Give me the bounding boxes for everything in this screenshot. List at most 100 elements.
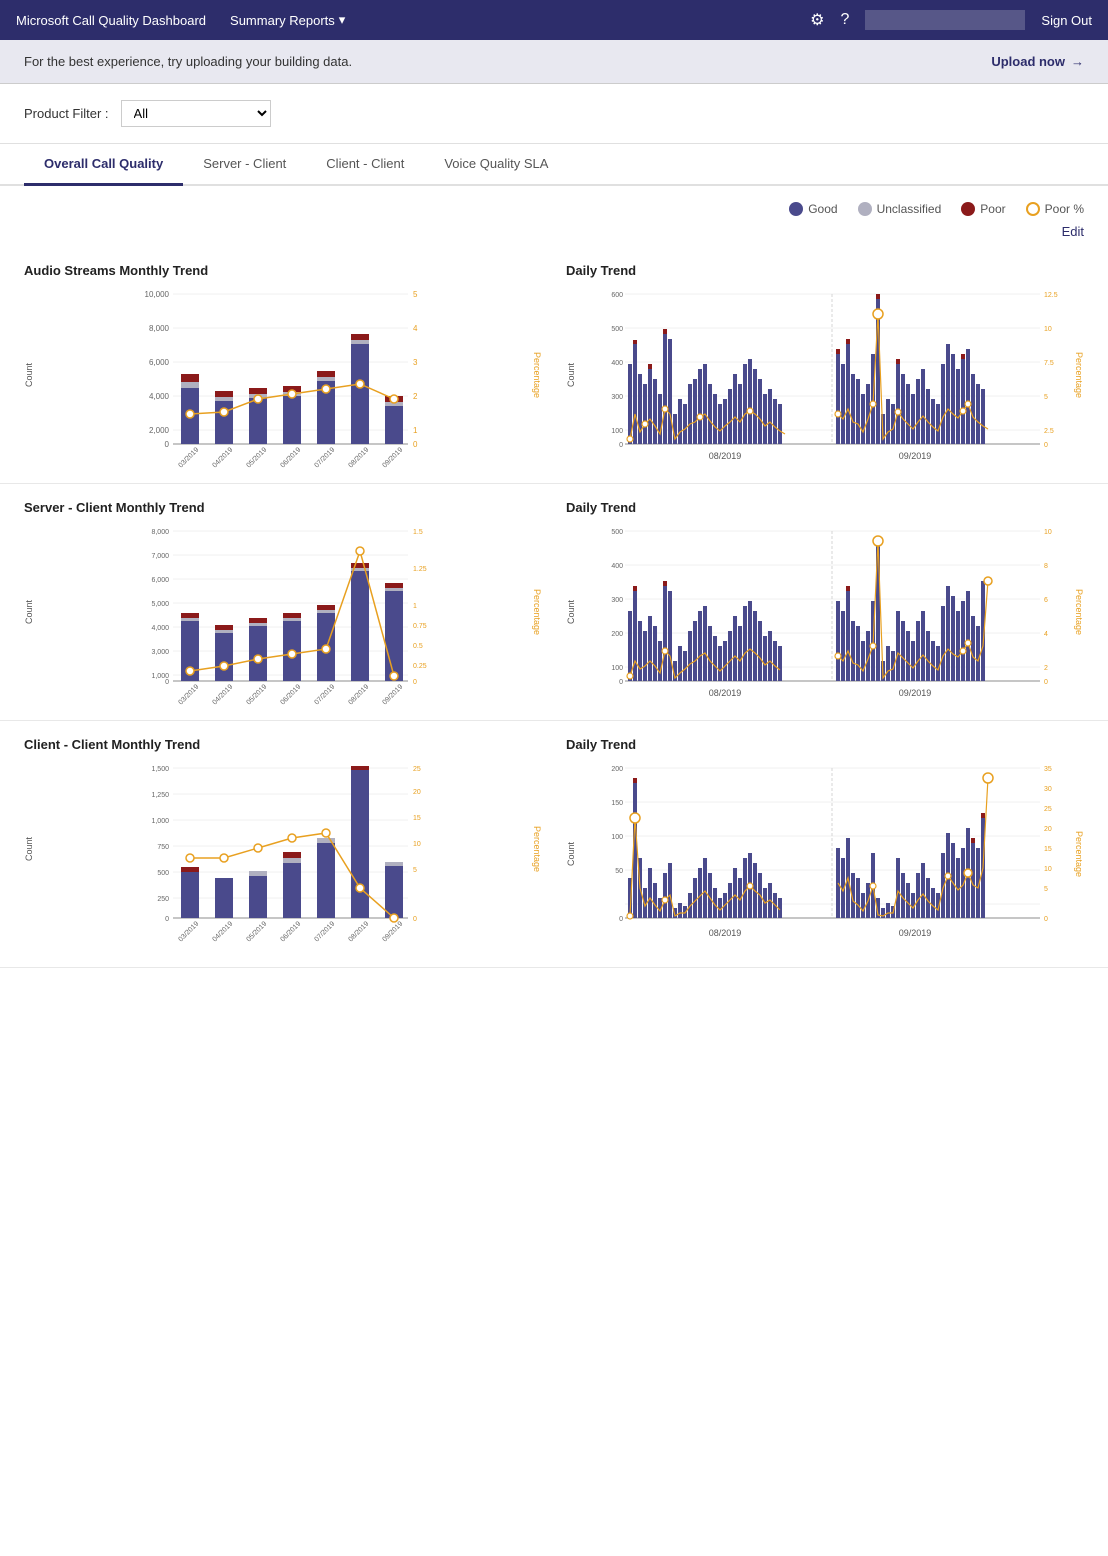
product-filter-select[interactable]: All Teams Skype for Business [121,100,271,127]
svg-text:08/2019: 08/2019 [348,683,371,706]
svg-text:09/2019: 09/2019 [382,683,405,706]
search-input[interactable] [865,10,1025,30]
svg-text:400: 400 [611,360,623,367]
legend-unclassified: Unclassified [858,202,942,216]
svg-text:8,000: 8,000 [149,324,170,333]
svg-text:600: 600 [611,292,623,299]
svg-text:25: 25 [1044,806,1052,813]
legend-poor: Poor [961,202,1005,216]
svg-text:09/2019: 09/2019 [899,688,932,698]
sc-y-right: Percentage [532,589,542,635]
sign-out-button[interactable]: Sign Out [1041,13,1092,28]
audio-daily-chart: Daily Trend Count 600 500 400 [558,255,1092,475]
svg-text:1,000: 1,000 [151,818,169,825]
svg-text:50: 50 [615,868,623,875]
svg-text:750: 750 [157,844,169,851]
svg-text:1.5: 1.5 [413,529,423,536]
svg-text:300: 300 [611,394,623,401]
legend-poor-pct: Poor % [1026,202,1084,216]
nav-arrow: ▾ [339,12,346,28]
client-client-daily-chart: Daily Trend Count 200 150 100 50 0 [558,729,1092,959]
svg-text:09/2019: 09/2019 [899,928,932,938]
unclassified-dot [858,202,872,216]
audio-daily-svg: 600 500 400 300 100 0 12.5 10 7.5 5 2.5 … [578,284,1072,464]
y-right-label: Percentage [532,352,542,398]
tab-server-client[interactable]: Server - Client [183,144,306,186]
svg-text:08/2019: 08/2019 [348,920,371,943]
svg-text:1: 1 [413,426,418,435]
client-client-monthly-chart: Client - Client Monthly Trend Count 1,50… [16,729,550,959]
svg-text:03/2019: 03/2019 [178,446,201,469]
sc-daily-y-left: Count [566,600,576,624]
svg-text:1,500: 1,500 [151,766,169,773]
svg-text:0.25: 0.25 [413,663,427,670]
svg-text:150: 150 [611,800,623,807]
tab-voice-quality-sla[interactable]: Voice Quality SLA [424,144,568,186]
tab-overall-call-quality[interactable]: Overall Call Quality [24,144,183,186]
chart-legend: Good Unclassified Poor Poor % [0,186,1108,220]
svg-text:04/2019: 04/2019 [212,446,235,469]
svg-text:250: 250 [157,896,169,903]
svg-text:05/2019: 05/2019 [246,920,269,943]
brand-title: Microsoft Call Quality Dashboard [16,13,206,28]
edit-button[interactable]: Edit [1062,224,1084,239]
svg-text:2,000: 2,000 [149,426,170,435]
svg-text:5,000: 5,000 [151,601,169,608]
legend-good-label: Good [808,202,837,216]
svg-text:0: 0 [619,916,623,923]
svg-text:6: 6 [1044,597,1048,604]
svg-text:5: 5 [413,290,418,299]
audio-monthly-title: Audio Streams Monthly Trend [24,263,542,278]
legend-unclassified-label: Unclassified [877,202,942,216]
svg-text:03/2019: 03/2019 [178,920,201,943]
svg-text:0: 0 [165,679,169,686]
svg-text:05/2019: 05/2019 [246,446,269,469]
svg-text:10: 10 [1044,326,1052,333]
svg-text:0: 0 [619,679,623,686]
svg-text:20: 20 [413,789,421,796]
svg-text:4,000: 4,000 [149,392,170,401]
svg-text:10: 10 [1044,866,1052,873]
svg-text:6,000: 6,000 [151,577,169,584]
svg-text:100: 100 [611,665,623,672]
help-icon[interactable]: ? [841,11,850,29]
audio-daily-title: Daily Trend [566,263,1084,278]
svg-text:8: 8 [1044,563,1048,570]
svg-text:15: 15 [1044,846,1052,853]
svg-text:06/2019: 06/2019 [280,920,303,943]
tab-client-client[interactable]: Client - Client [306,144,424,186]
cc-daily-y-left: Count [566,842,576,866]
svg-text:1: 1 [413,603,417,610]
svg-text:07/2019: 07/2019 [314,446,337,469]
svg-text:0: 0 [619,442,623,449]
svg-text:3,000: 3,000 [151,649,169,656]
svg-text:10: 10 [413,841,421,848]
banner-text: For the best experience, try uploading y… [24,54,352,69]
server-client-monthly-title: Server - Client Monthly Trend [24,500,542,515]
svg-text:4: 4 [1044,631,1048,638]
charts-row-2: Server - Client Monthly Trend Count 8,00… [0,484,1108,721]
svg-text:4: 4 [413,324,418,333]
nav-summary-reports[interactable]: Summary Reports ▾ [230,12,345,28]
header-icons: ⚙ ? [810,10,1025,30]
server-client-daily-chart: Daily Trend Count 500 400 300 200 100 [558,492,1092,712]
settings-icon[interactable]: ⚙ [810,10,824,30]
svg-text:12.5: 12.5 [1044,292,1058,299]
charts-row-1: Audio Streams Monthly Trend Count 10,000… [0,247,1108,484]
svg-text:07/2019: 07/2019 [314,920,337,943]
svg-text:08/2019: 08/2019 [709,688,742,698]
legend-good: Good [789,202,837,216]
upload-now-button[interactable]: Upload now → [991,54,1084,69]
svg-text:0.75: 0.75 [413,623,427,630]
svg-text:04/2019: 04/2019 [212,920,235,943]
tabs-row: Overall Call Quality Server - Client Cli… [0,144,1108,186]
y-left-label: Count [24,363,34,387]
svg-text:0: 0 [413,916,417,923]
svg-text:0: 0 [1044,442,1048,449]
svg-text:5: 5 [1044,886,1048,893]
nav-label: Summary Reports [230,13,335,28]
svg-text:0: 0 [165,440,170,449]
svg-text:30: 30 [1044,786,1052,793]
cc-daily-y-right: Percentage [1074,831,1084,877]
svg-text:500: 500 [611,529,623,536]
